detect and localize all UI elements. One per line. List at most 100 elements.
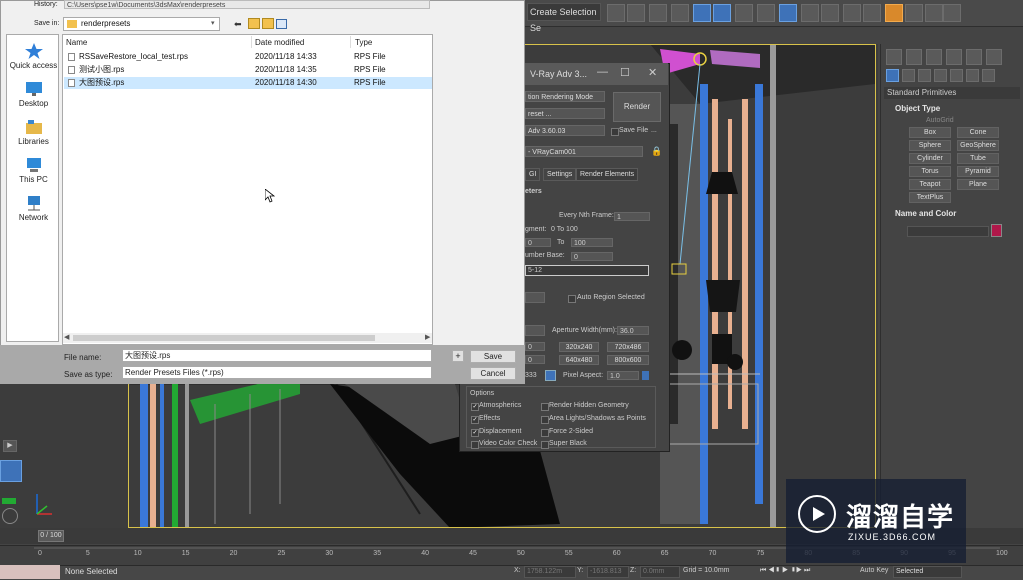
- place-desktop[interactable]: Desktop: [7, 81, 60, 108]
- pixel-aspect-lock-icon[interactable]: [642, 371, 649, 380]
- column-name[interactable]: Name: [66, 38, 87, 47]
- selection-set-dropdown[interactable]: Create Selection Se: [527, 3, 601, 33]
- object-color-swatch[interactable]: [991, 224, 1002, 237]
- grid-plugin-icon[interactable]: [905, 4, 923, 22]
- systems-icon[interactable]: [982, 69, 995, 82]
- render-hidden-checkbox[interactable]: [541, 403, 549, 411]
- preset-800x600-button[interactable]: 800x600: [607, 355, 649, 365]
- displacement-checkbox[interactable]: ✓: [471, 429, 479, 437]
- object-name-field[interactable]: [907, 226, 989, 237]
- lights-icon[interactable]: [918, 69, 931, 82]
- file-row-selected[interactable]: 大图预设.rps 2020/11/18 14:30 RPS File: [64, 77, 432, 89]
- geosphere-button[interactable]: GeoSphere: [957, 140, 999, 151]
- column-separator[interactable]: [251, 36, 252, 48]
- scene-explorer-icon[interactable]: [649, 4, 667, 22]
- number-base-field[interactable]: 0: [571, 252, 613, 261]
- cancel-button[interactable]: Cancel: [470, 367, 516, 380]
- range-start-field[interactable]: 0: [525, 238, 551, 247]
- auto-key-button[interactable]: Auto Key: [860, 567, 888, 574]
- render-cloud-icon[interactable]: [863, 4, 881, 22]
- pixel-aspect-field[interactable]: 1.0: [607, 371, 639, 380]
- z-coord-field[interactable]: 0.0mm: [640, 566, 680, 578]
- modify-tab-icon[interactable]: [906, 49, 922, 65]
- statistics-icon[interactable]: [2, 498, 16, 504]
- create-tab-icon[interactable]: [886, 49, 902, 65]
- place-network[interactable]: Network: [7, 195, 60, 222]
- save-type-dropdown[interactable]: Render Presets Files (*.rps): [122, 366, 432, 379]
- height-field[interactable]: 0: [525, 355, 545, 364]
- render-iterative-icon[interactable]: [843, 4, 861, 22]
- preset-640x480-button[interactable]: 640x480: [559, 355, 599, 365]
- close-icon[interactable]: ✕: [648, 66, 657, 79]
- atmospherics-checkbox[interactable]: ✓: [471, 403, 479, 411]
- frames-field[interactable]: 5-12: [525, 265, 649, 276]
- cylinder-button[interactable]: Cylinder: [909, 153, 951, 164]
- scroll-right-icon[interactable]: ▶: [425, 333, 430, 341]
- box-button[interactable]: Box: [909, 127, 951, 138]
- sphere-button[interactable]: Sphere: [909, 140, 951, 151]
- align-icon[interactable]: [627, 4, 645, 22]
- area-to-render-dropdown[interactable]: [525, 292, 545, 303]
- y-coord-field[interactable]: -1618.813: [587, 566, 629, 578]
- every-nth-field[interactable]: 1: [614, 212, 650, 221]
- aperture-field[interactable]: 36.0: [617, 326, 649, 335]
- display-tab-icon[interactable]: [966, 49, 982, 65]
- place-this-pc[interactable]: This PC: [7, 157, 60, 184]
- name-color-rollout[interactable]: Name and Color: [895, 209, 956, 218]
- settings-gear-icon[interactable]: [2, 508, 18, 524]
- renderer-dropdown[interactable]: Adv 3.60.03: [525, 125, 605, 136]
- curve-editor-icon[interactable]: [713, 4, 731, 22]
- spacewarps-icon[interactable]: [966, 69, 979, 82]
- cone-button[interactable]: Cone: [957, 127, 999, 138]
- geometry-icon[interactable]: [886, 69, 899, 82]
- textplus-button[interactable]: TextPlus: [909, 192, 951, 203]
- expand-arrow-icon[interactable]: ▶: [3, 440, 17, 452]
- preset-720x486-button[interactable]: 720x486: [607, 342, 649, 352]
- save-button[interactable]: Save: [470, 350, 516, 363]
- schematic-icon[interactable]: [735, 4, 753, 22]
- teapot-button[interactable]: Teapot: [909, 179, 951, 190]
- preset-dropdown[interactable]: reset ...: [525, 108, 605, 119]
- view-menu-icon[interactable]: [276, 19, 287, 29]
- plane-button[interactable]: Plane: [957, 179, 999, 190]
- column-separator[interactable]: [350, 36, 351, 48]
- common-parameters-rollout[interactable]: eters: [525, 188, 542, 195]
- render-mode-dropdown[interactable]: tion Rendering Mode: [525, 91, 605, 102]
- key-filter-dropdown[interactable]: Selected: [893, 566, 962, 578]
- minimize-icon[interactable]: —: [597, 66, 608, 78]
- utilities-tab-icon[interactable]: [986, 49, 1002, 65]
- tube-button[interactable]: Tube: [957, 153, 999, 164]
- place-quick-access[interactable]: Quick access: [7, 43, 60, 70]
- lock-icon[interactable]: 🔒: [651, 146, 662, 157]
- f-plugin-icon[interactable]: [885, 4, 903, 22]
- viewport-layout-icon[interactable]: [0, 460, 22, 482]
- tab-settings[interactable]: Settings: [543, 168, 577, 181]
- save-in-dropdown[interactable]: renderpresets ▾: [63, 17, 220, 31]
- file-name-input[interactable]: 大图预设.rps: [122, 349, 432, 362]
- range-end-field[interactable]: 100: [571, 238, 613, 247]
- back-arrow-icon[interactable]: ⬅: [234, 19, 242, 30]
- tools-icon[interactable]: [925, 4, 943, 22]
- place-libraries[interactable]: Libraries: [7, 119, 60, 146]
- layer-icon[interactable]: [671, 4, 689, 22]
- object-type-rollout[interactable]: Object Type: [895, 104, 940, 113]
- column-type[interactable]: Type: [355, 38, 372, 47]
- render-button[interactable]: Render: [613, 92, 661, 122]
- up-folder-icon[interactable]: [248, 18, 260, 29]
- new-folder-icon[interactable]: [262, 18, 274, 29]
- render-setup-icon[interactable]: [779, 4, 797, 22]
- save-file-checkbox[interactable]: [611, 128, 619, 136]
- shapes-icon[interactable]: [902, 69, 915, 82]
- maximize-icon[interactable]: ☐: [620, 66, 630, 79]
- material-editor-icon[interactable]: [757, 4, 775, 22]
- render-icon[interactable]: [821, 4, 839, 22]
- motion-tab-icon[interactable]: [946, 49, 962, 65]
- super-black-checkbox[interactable]: [541, 441, 549, 449]
- scroll-left-icon[interactable]: ◀: [64, 333, 69, 341]
- helpers-icon[interactable]: [950, 69, 963, 82]
- effects-checkbox[interactable]: ✓: [471, 416, 479, 424]
- playback-controls-icon[interactable]: ⏮ ◀▮ ▶ ▮▶ ⏭: [760, 567, 810, 575]
- increment-button[interactable]: +: [452, 350, 464, 362]
- tab-gi[interactable]: GI: [525, 168, 541, 181]
- history-dropdown[interactable]: C:\Users\pse1w\Documents\3dsMax\renderpr…: [64, 0, 430, 9]
